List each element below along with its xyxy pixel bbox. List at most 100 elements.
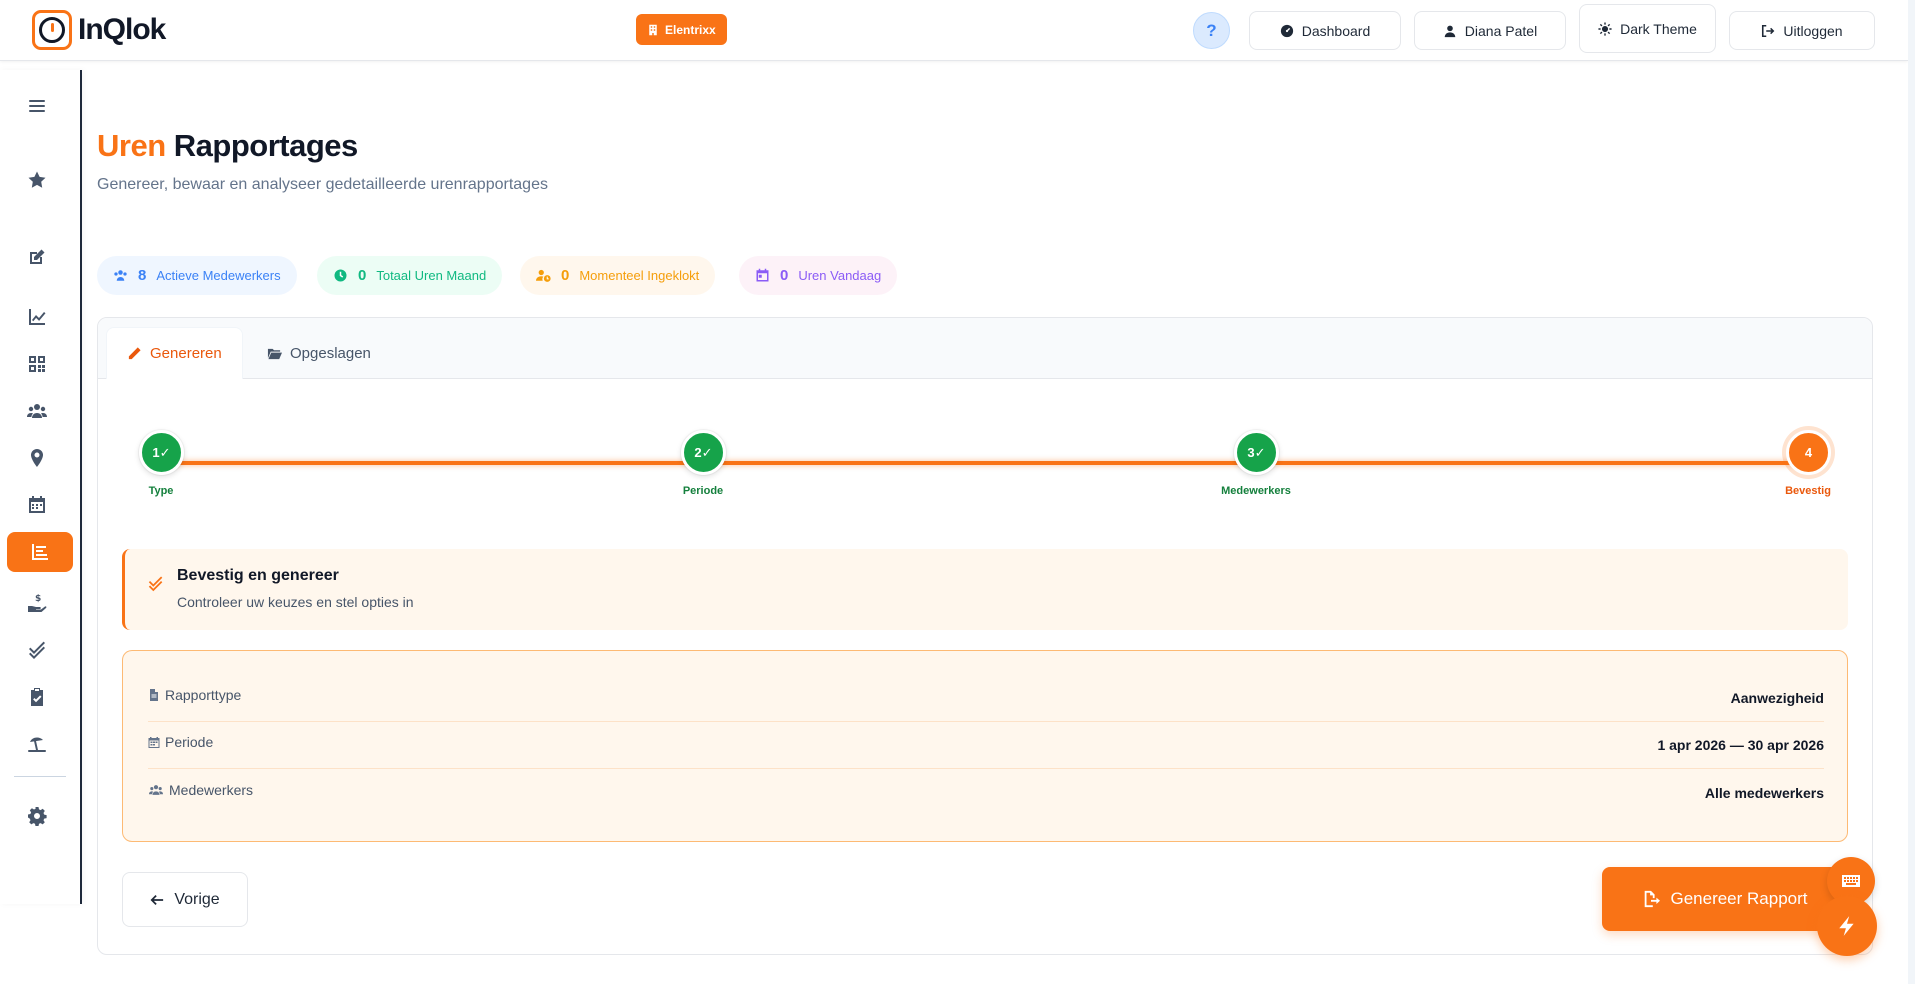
sidebar-item-calendar[interactable] xyxy=(21,489,53,521)
step-number: 2 xyxy=(694,445,702,460)
step-number: 3 xyxy=(1247,445,1255,460)
sidebar-divider xyxy=(14,776,66,777)
arrow-left-icon xyxy=(150,894,164,905)
check-icon: ✓ xyxy=(1254,444,1266,460)
dashboard-label: Dashboard xyxy=(1301,22,1371,39)
user-name: Diana Patel xyxy=(1464,22,1538,39)
sidebar-item-qr[interactable] xyxy=(21,348,53,380)
stat-label: Totaal Uren Maand xyxy=(376,268,487,283)
quick-actions-button[interactable] xyxy=(1817,896,1877,956)
check-icon: ✓ xyxy=(701,444,713,460)
pencil-icon xyxy=(128,347,141,360)
step-3-label: Medewerkers xyxy=(1221,485,1291,497)
clipboard-check-icon xyxy=(31,688,43,706)
sidebar-item-leave[interactable] xyxy=(21,728,53,760)
generate-label: Genereer Rapport xyxy=(1670,889,1808,908)
report-chart-icon xyxy=(32,544,48,560)
calendar-icon xyxy=(148,737,160,748)
page-title-accent: Uren xyxy=(97,128,166,163)
page-scrollbar[interactable] xyxy=(1908,0,1915,984)
stepper-progress-line xyxy=(162,461,1810,465)
clock-icon xyxy=(334,269,347,282)
stat-label: Momenteel Ingeklokt xyxy=(579,268,700,283)
page-subtitle: Genereer, bewaar en analyseer gedetaille… xyxy=(97,176,548,193)
company-name: Elentrixx xyxy=(665,22,716,37)
star-icon xyxy=(28,171,46,188)
sidebar: $ xyxy=(0,70,82,904)
summary-value: Alle medewerkers xyxy=(1704,784,1824,801)
summary-label: Rapporttype xyxy=(148,687,241,703)
confirm-info-box: Bevestig en genereer Controleer uw keuze… xyxy=(122,549,1848,630)
company-badge[interactable]: Elentrixx xyxy=(636,14,727,45)
summary-value: Aanwezigheid xyxy=(1730,690,1824,706)
stat-value: 0 xyxy=(358,267,367,284)
step-4-circle[interactable]: 4 xyxy=(1786,430,1831,475)
user-icon xyxy=(1444,25,1456,37)
summary-row-period: Periode 1 apr 2026 — 30 apr 2026 xyxy=(148,722,1824,769)
sidebar-item-approvals[interactable] xyxy=(21,634,53,666)
folder-open-icon xyxy=(267,348,282,359)
user-button[interactable]: Diana Patel xyxy=(1414,11,1566,50)
user-clock-icon xyxy=(536,269,551,282)
tab-generate-label: Genereren xyxy=(150,345,222,362)
report-wizard-card: Genereren Opgeslagen xyxy=(97,317,1873,955)
step-2-label: Periode xyxy=(682,485,724,497)
hamburger-icon xyxy=(29,100,45,112)
sidebar-item-employees[interactable] xyxy=(21,395,53,427)
qr-code-icon xyxy=(29,356,45,372)
tab-saved[interactable]: Opgeslagen xyxy=(247,327,391,379)
edit-icon xyxy=(30,249,45,264)
sidebar-item-edit[interactable] xyxy=(21,241,53,273)
theme-label: Dark Theme xyxy=(1620,20,1697,37)
clock-logo-icon xyxy=(32,10,72,50)
top-bar: InQlok Elentrixx ? Dashboard Diana Patel… xyxy=(0,0,1908,61)
gear-icon xyxy=(28,807,47,826)
stat-label: Actieve Medewerkers xyxy=(156,268,281,283)
stat-value: 8 xyxy=(138,267,147,284)
map-pin-icon xyxy=(31,449,43,467)
summary-box: Rapporttype Aanwezigheid Periode 1 apr 2… xyxy=(122,650,1848,842)
logout-button[interactable]: Uitloggen xyxy=(1729,11,1875,50)
previous-button[interactable]: Vorige xyxy=(122,872,248,927)
logout-label: Uitloggen xyxy=(1783,22,1843,39)
help-button[interactable]: ? xyxy=(1193,12,1230,49)
double-check-icon xyxy=(148,576,163,592)
tab-saved-label: Opgeslagen xyxy=(290,344,371,362)
sun-icon xyxy=(1598,21,1612,36)
bolt-icon xyxy=(1839,916,1854,936)
summary-value: 1 apr 2026 — 30 apr 2026 xyxy=(1657,737,1824,753)
stat-total-hours-month: 0 Totaal Uren Maand xyxy=(317,256,503,295)
stat-clocked-in: 0 Momenteel Ingeklokt xyxy=(520,256,716,295)
users-icon xyxy=(149,784,163,795)
calendar-day-icon xyxy=(756,268,769,282)
step-3-circle[interactable]: 3 ✓ xyxy=(1234,430,1279,475)
sidebar-item-analytics[interactable] xyxy=(21,301,53,333)
app-logo[interactable]: InQlok xyxy=(32,10,166,50)
beach-umbrella-icon xyxy=(28,737,46,752)
gauge-icon xyxy=(1280,24,1293,37)
theme-toggle-button[interactable]: Dark Theme xyxy=(1579,4,1716,53)
info-subtitle: Controleer uw keuzes en stel opties in xyxy=(177,594,414,610)
check-icon: ✓ xyxy=(159,444,171,460)
sidebar-item-locations[interactable] xyxy=(21,442,53,474)
sidebar-item-favorites[interactable] xyxy=(21,164,53,196)
calendar-icon xyxy=(29,496,45,513)
building-icon xyxy=(649,24,657,35)
menu-toggle-button[interactable] xyxy=(21,90,53,122)
step-1-circle[interactable]: 1 ✓ xyxy=(139,430,184,475)
dashboard-button[interactable]: Dashboard xyxy=(1249,11,1401,50)
file-export-icon xyxy=(1645,890,1661,908)
page-title-main: Rapportages xyxy=(173,128,358,163)
step-2-circle[interactable]: 2 ✓ xyxy=(681,430,726,475)
tab-generate[interactable]: Genereren xyxy=(106,327,243,379)
double-check-icon xyxy=(29,641,45,659)
tab-bar: Genereren Opgeslagen xyxy=(98,318,1872,379)
sidebar-item-settings[interactable] xyxy=(21,800,53,832)
stat-value: 0 xyxy=(780,267,789,284)
generate-report-button[interactable]: Genereer Rapport xyxy=(1602,867,1848,931)
logout-icon xyxy=(1762,24,1775,37)
summary-label: Medewerkers xyxy=(148,782,253,798)
sidebar-item-tasks[interactable] xyxy=(21,681,53,713)
sidebar-item-reports[interactable] xyxy=(7,532,73,572)
sidebar-item-payroll[interactable]: $ xyxy=(21,587,53,619)
